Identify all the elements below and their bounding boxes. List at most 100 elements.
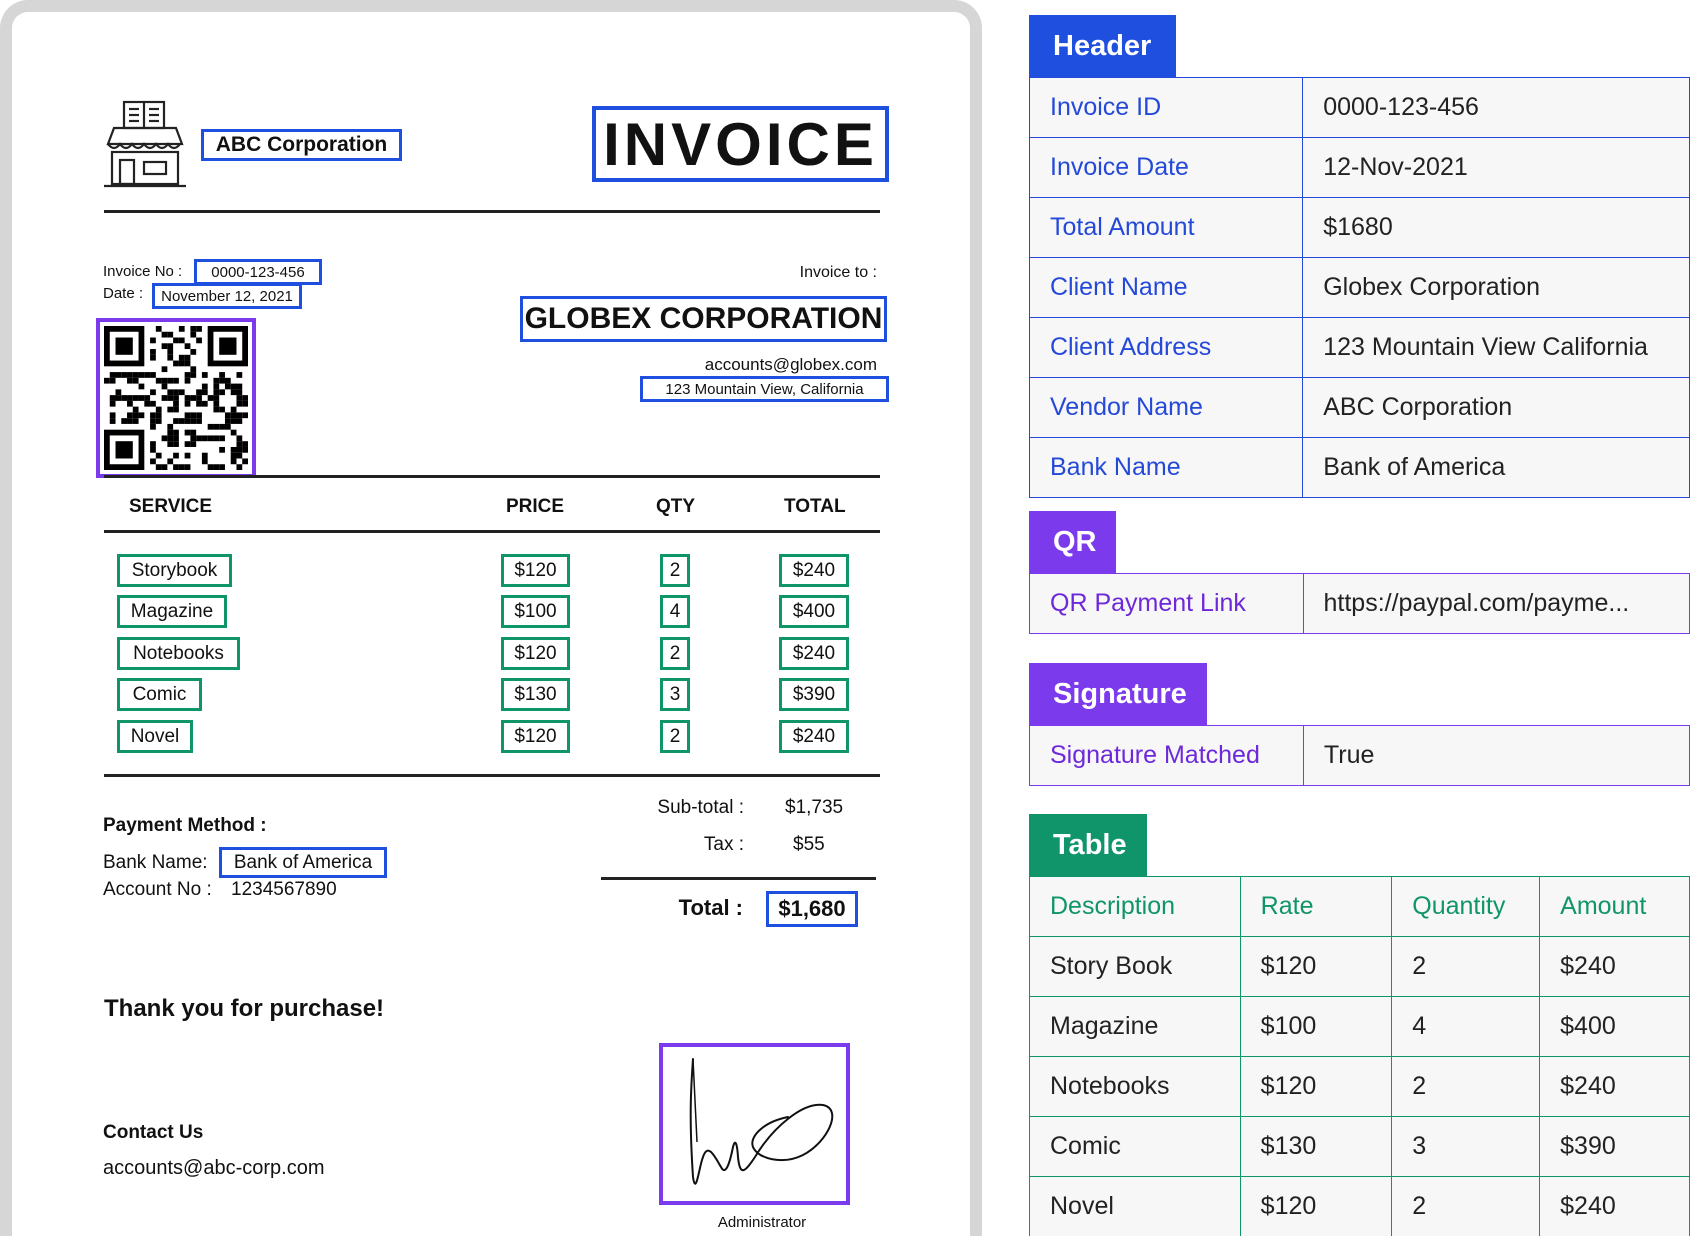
signature-box — [659, 1043, 850, 1205]
item-total: $390 — [779, 678, 849, 711]
table-cell: 3 — [1391, 1116, 1541, 1177]
client-email: accounts@globex.com — [704, 355, 877, 374]
col-price: PRICE — [506, 496, 565, 517]
subtotal-label: Sub-total : — [657, 797, 744, 818]
qr-section-tab: QR — [1029, 511, 1116, 573]
item-price: $120 — [501, 720, 570, 753]
table-cell: $240 — [1539, 936, 1690, 997]
divider — [104, 530, 880, 533]
item-price: $100 — [501, 595, 570, 628]
item-price: $120 — [501, 554, 570, 587]
item-qty: 2 — [660, 554, 690, 587]
field-key: Total Amount — [1028, 197, 1304, 258]
table-cell: $390 — [1539, 1116, 1690, 1177]
field-row: Invoice Date 12-Nov-2021 — [1028, 137, 1690, 198]
account-no: 1234567890 — [231, 879, 337, 900]
table-cell: 4 — [1391, 996, 1541, 1057]
field-row: Bank Name Bank of America — [1028, 437, 1690, 498]
item-qty: 3 — [660, 678, 690, 711]
field-row: Vendor Name ABC Corporation — [1028, 377, 1690, 438]
signature-fields-table: Signature Matched True — [1029, 725, 1690, 786]
table-header-row: Description Rate Quantity Amount — [1029, 876, 1690, 937]
bank-name-label: Bank Name: — [103, 852, 208, 873]
qr-code — [104, 326, 248, 470]
field-value: Bank of America — [1302, 437, 1690, 498]
qr-box — [96, 318, 256, 478]
field-key: Client Name — [1028, 257, 1304, 318]
col-qty: QTY — [656, 496, 696, 517]
thank-you-text: Thank you for purchase! — [104, 995, 385, 1022]
field-key: Client Address — [1028, 317, 1304, 378]
table-cell: Comic — [1029, 1116, 1241, 1177]
invoice-title: INVOICE — [592, 106, 889, 182]
field-value: 12-Nov-2021 — [1302, 137, 1690, 198]
item-price: $120 — [501, 637, 570, 670]
table-row: Novel $120 2 $240 — [1029, 1176, 1690, 1236]
table-section-tab: Table — [1029, 814, 1147, 876]
client-address: 123 Mountain View, California — [640, 376, 889, 402]
item-service: Novel — [117, 720, 193, 753]
field-key: Vendor Name — [1028, 377, 1304, 438]
divider — [104, 774, 880, 777]
table-cell: $400 — [1539, 996, 1690, 1057]
field-value: True — [1302, 725, 1690, 786]
table-cell: $130 — [1239, 1116, 1393, 1177]
invoice-date: November 12, 2021 — [152, 283, 302, 309]
item-price: $130 — [501, 678, 570, 711]
field-row: QR Payment Link https://paypal.com/payme.… — [1029, 573, 1690, 634]
tax-value: $55 — [793, 834, 825, 855]
col-service: SERVICE — [129, 496, 213, 517]
field-key: Invoice ID — [1028, 77, 1304, 138]
table-cell: $240 — [1539, 1176, 1690, 1236]
invoice-to-label: Invoice to : — [799, 264, 877, 281]
table-row: Comic $130 3 $390 — [1029, 1116, 1690, 1177]
item-total: $240 — [779, 554, 849, 587]
field-value: Globex Corporation — [1302, 257, 1690, 318]
item-service: Comic — [117, 678, 202, 711]
signature-section-tab: Signature — [1029, 663, 1207, 725]
qr-fields-table: QR Payment Link https://paypal.com/payme.… — [1029, 573, 1690, 634]
column-header: Description — [1029, 876, 1241, 937]
invoice-no-label: Invoice No : — [103, 263, 183, 280]
invoice-no: 0000-123-456 — [194, 259, 322, 285]
signature — [689, 1058, 834, 1185]
field-value: https://paypal.com/payme... — [1302, 573, 1690, 634]
field-key: QR Payment Link — [1029, 573, 1304, 634]
item-service: Notebooks — [117, 637, 240, 670]
item-total: $240 — [779, 720, 849, 753]
field-row: Total Amount $1680 — [1028, 197, 1690, 258]
tax-label: Tax : — [703, 834, 744, 855]
table-row: Story Book $120 2 $240 — [1029, 936, 1690, 997]
table-cell: Story Book — [1029, 936, 1241, 997]
store-icon — [104, 100, 186, 188]
field-row: Client Name Globex Corporation — [1028, 257, 1690, 318]
table-cell: Novel — [1029, 1176, 1241, 1236]
column-header: Amount — [1539, 876, 1690, 937]
account-no-label: Account No : — [103, 879, 212, 900]
table-cell: 2 — [1391, 936, 1541, 997]
divider — [104, 475, 880, 478]
vendor-name: ABC Corporation — [201, 129, 402, 161]
item-total: $240 — [779, 637, 849, 670]
date-label: Date : — [103, 285, 144, 302]
table-cell: 2 — [1391, 1176, 1541, 1236]
divider — [601, 877, 876, 880]
line-items-table: Description Rate Quantity Amount Story B… — [1029, 876, 1690, 1236]
field-row: Invoice ID 0000-123-456 — [1028, 77, 1690, 138]
field-value: 123 Mountain View California — [1302, 317, 1690, 378]
column-header: Quantity — [1391, 876, 1541, 937]
table-cell: $100 — [1239, 996, 1393, 1057]
field-value: 0000-123-456 — [1302, 77, 1690, 138]
table-row: Magazine $100 4 $400 — [1029, 996, 1690, 1057]
column-header: Rate — [1239, 876, 1393, 937]
signature-caption: Administrator — [717, 1214, 807, 1231]
header-section-tab: Header — [1029, 15, 1176, 77]
item-qty: 2 — [660, 720, 690, 753]
header-fields-table: Invoice ID 0000-123-456 Invoice Date 12-No… — [1028, 77, 1690, 498]
table-cell: $120 — [1239, 1056, 1393, 1117]
field-key: Signature Matched — [1029, 725, 1304, 786]
item-qty: 4 — [660, 595, 690, 628]
bank-name: Bank of America — [219, 847, 387, 878]
field-key: Bank Name — [1028, 437, 1304, 498]
table-cell: $120 — [1239, 936, 1393, 997]
